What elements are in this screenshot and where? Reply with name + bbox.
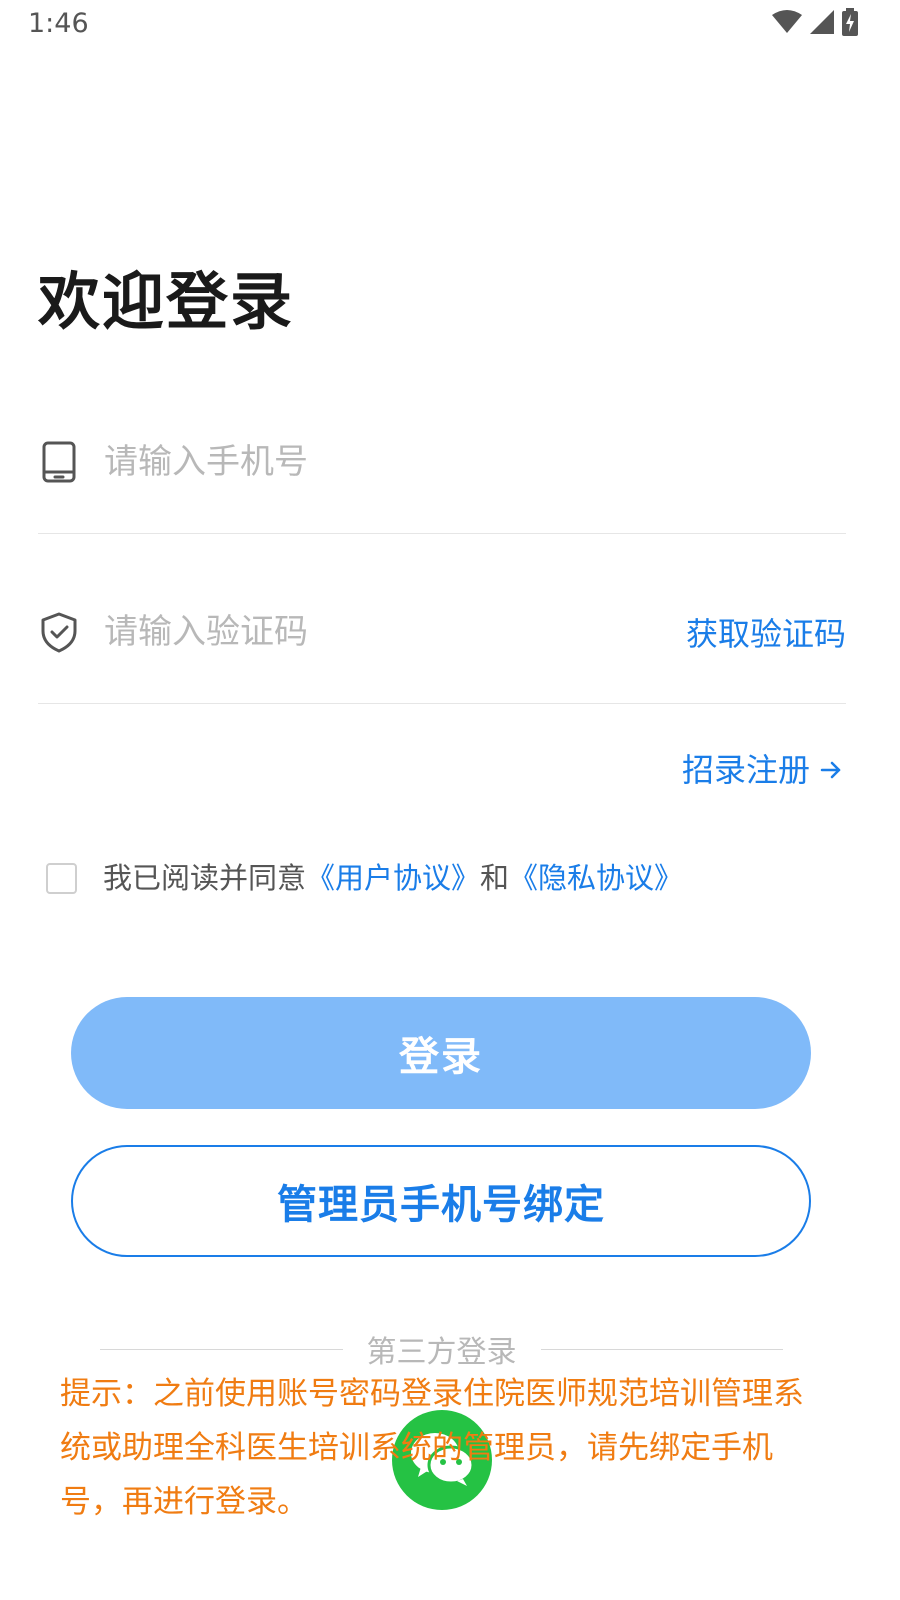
status-time: 1:46: [28, 8, 89, 39]
login-button[interactable]: 登录: [71, 997, 811, 1109]
shield-check-icon: [38, 611, 80, 653]
phone-input[interactable]: [104, 432, 846, 492]
battery-icon: [842, 8, 858, 36]
arrow-right-icon: [820, 748, 842, 792]
agreement-row: 我已阅读并同意《用户协议》和《隐私协议》: [46, 858, 683, 898]
code-field-row: 获取验证码: [38, 587, 846, 677]
status-bar: 1:46: [0, 0, 900, 50]
register-link[interactable]: 招录注册: [682, 748, 842, 792]
verification-code-input[interactable]: [104, 602, 686, 662]
third-party-divider: 第三方登录: [100, 1327, 783, 1371]
privacy-agreement-link[interactable]: 《隐私协议》: [509, 861, 683, 895]
agreement-and: 和: [480, 861, 510, 895]
divider: [38, 533, 846, 534]
page-title: 欢迎登录: [38, 265, 295, 338]
divider-line: [540, 1348, 783, 1350]
agreement-checkbox[interactable]: [46, 862, 77, 894]
divider-line: [100, 1348, 343, 1350]
agreement-prefix: 我已阅读并同意: [103, 861, 307, 895]
get-code-button[interactable]: 获取验证码: [686, 609, 846, 655]
user-agreement-link[interactable]: 《用户协议》: [306, 861, 480, 895]
third-party-label: 第三方登录: [366, 1335, 517, 1370]
wifi-icon: [772, 10, 802, 34]
phone-field-row: [38, 417, 846, 507]
register-link-label: 招录注册: [681, 751, 810, 789]
login-screen: 1:46 欢迎登录 请输入手机号 请输入验证码 获取验证码 招录注册 我已阅读并…: [0, 0, 900, 1600]
agreement-text: 我已阅读并同意《用户协议》和《隐私协议》: [103, 858, 683, 898]
signal-icon: [810, 10, 834, 34]
divider: [38, 703, 846, 704]
tip-text: 提示：之前使用账号密码登录住院医师规范培训管理系统或助理全科医生培训系统的管理员…: [60, 1376, 804, 1520]
admin-bind-phone-button[interactable]: 管理员手机号绑定: [71, 1145, 811, 1257]
status-icons: [772, 8, 858, 36]
phone-icon: [38, 441, 80, 483]
